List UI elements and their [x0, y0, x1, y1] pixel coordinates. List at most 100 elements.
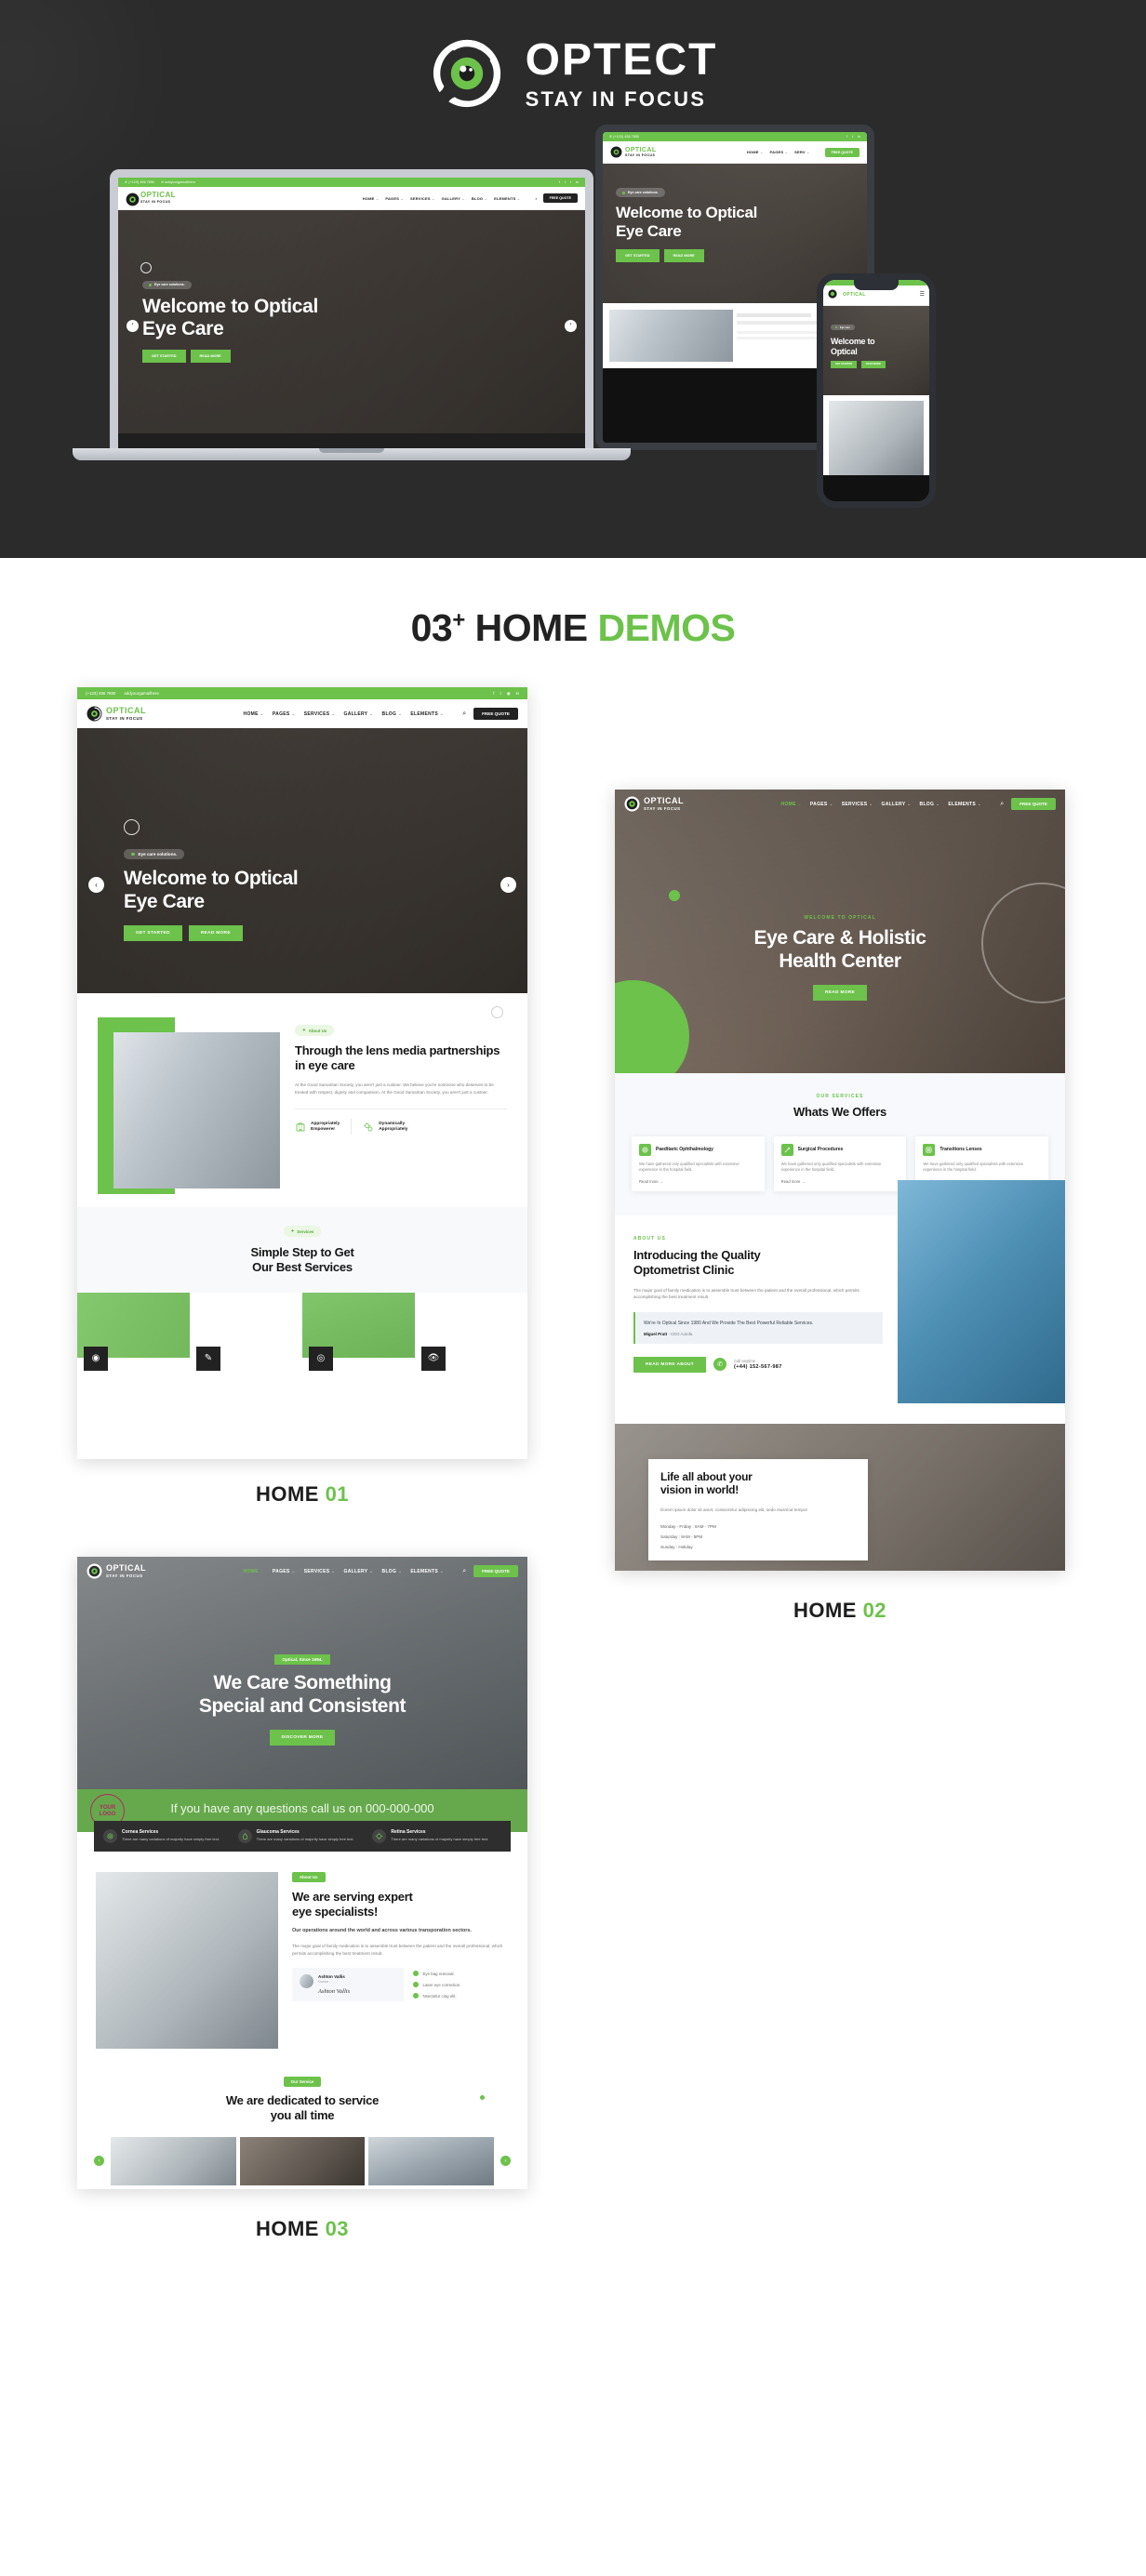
doctor-card: Ashton Vallis Doctor Ashton Vallis — [292, 1968, 404, 2002]
gallery-item[interactable] — [368, 2136, 495, 2185]
search-icon[interactable]: ⌕ — [462, 710, 466, 718]
call-number[interactable]: (+44) 152-567-987 — [734, 1364, 782, 1370]
service-card[interactable]: Surgical Procedures We have gathered onl… — [773, 1135, 907, 1192]
menu-item-blog[interactable]: BLOG — [382, 1569, 403, 1574]
demo-card-home-01[interactable]: (+123) 456 7890 addyourgamailhere f t ◉ … — [77, 687, 527, 1459]
demo-showcase: (+123) 456 7890 addyourgamailhere f t ◉ … — [0, 687, 1146, 2417]
service-strip-item[interactable]: Retina Services There are many variation… — [372, 1829, 501, 1843]
paediatric-icon — [639, 1143, 651, 1156]
menu-item-services[interactable]: SERVICES — [842, 802, 873, 807]
retina-icon — [372, 1829, 387, 1843]
service-tile[interactable]: ◎ — [302, 1292, 415, 1371]
menu-item-gallery[interactable]: GALLERY — [344, 1569, 374, 1574]
service-tile[interactable]: ◉ — [77, 1292, 190, 1371]
menu-item-elements[interactable]: ELEMENTS — [948, 802, 981, 807]
about-feature-2: Dynamically Appropriately — [363, 1122, 407, 1133]
site-logo[interactable]: OPTICAL STAY IN FOCUS — [87, 1563, 146, 1579]
free-quote-button[interactable]: FREE QUOTE — [473, 708, 518, 720]
social-instagram-icon[interactable]: ◉ — [507, 691, 511, 697]
check-item: Nsectetur cing elit. — [412, 1993, 510, 1999]
service-card-body: We have gathered only qualified speciali… — [923, 1161, 1024, 1173]
hamburger-icon[interactable]: ☰ — [920, 292, 925, 299]
laptop-hero: ‹ › Eye care solutions. Welcome to Optic… — [118, 209, 585, 433]
menu-item-home[interactable]: HOME — [781, 802, 802, 807]
site-logo-primary: OPTICAL — [106, 706, 146, 716]
hero-read-more-button[interactable]: READ MORE — [812, 985, 867, 1002]
hours-line-2: Saturday : 8AM - 5PM — [660, 1534, 703, 1540]
menu-item-home[interactable]: HOME — [244, 711, 264, 717]
gallery-prev-button[interactable]: ‹ — [94, 2156, 104, 2166]
demos-plus: + — [452, 607, 465, 633]
gallery-item[interactable] — [111, 2136, 236, 2185]
social-linkedin-icon[interactable]: in — [516, 691, 519, 697]
demo-card-home-03[interactable]: OPTICAL STAY IN FOCUS HOME PAGES SERVICE… — [77, 1557, 527, 2189]
home01-navbar: OPTICAL STAY IN FOCUS HOME PAGES SERVICE… — [77, 699, 527, 728]
hero-title-line2: Special and Consistent — [198, 1694, 406, 1717]
lens-icon — [923, 1143, 936, 1156]
home03-gallery: Our Service We are dedicated to service … — [77, 2064, 527, 2189]
about-title-line2: Optometrist Clinic — [633, 1262, 735, 1277]
service-card-link[interactable]: Read more → — [781, 1179, 899, 1184]
menu-item-services[interactable]: SERVICES — [304, 711, 336, 717]
about-badge: About Us — [292, 1872, 326, 1882]
check-item: Eye bag removal. — [412, 1971, 510, 1977]
service-tile[interactable]: 👁 — [415, 1292, 527, 1371]
site-logo[interactable]: OPTICAL STAY IN FOCUS — [624, 796, 684, 812]
social-twitter-icon[interactable]: t — [500, 691, 501, 697]
eye-swirl-icon — [126, 193, 140, 206]
topbar-email[interactable]: addyourgamailhere — [124, 691, 159, 696]
demo-label-home-02: HOME 02 — [793, 1599, 887, 1622]
search-icon[interactable]: ⌕ — [1000, 801, 1004, 808]
tablet-topbar: ✆ (+123) 456 7890 f t in — [603, 132, 867, 142]
menu-item-gallery[interactable]: GALLERY — [882, 802, 912, 807]
home01-menu: HOME PAGES SERVICES GALLERY BLOG ELEMENT… — [244, 711, 445, 717]
about-title-line1: Introducing the Quality — [633, 1248, 761, 1263]
service-strip-item[interactable]: Cornea Services There are many variation… — [103, 1829, 233, 1843]
device-mockups: ✆ (+123) 456 7890 f t in OPTICAL STAY IN… — [0, 125, 1146, 515]
menu-item-blog[interactable]: BLOG — [920, 802, 940, 807]
doctor-name: Ashton Vallis — [318, 1974, 345, 1980]
menu-item-pages[interactable]: PAGES — [273, 1569, 296, 1574]
search-icon[interactable]: ⌕ — [462, 1568, 466, 1575]
menu-item-home[interactable]: HOME — [244, 1569, 264, 1574]
service-card-link[interactable]: Read more → — [639, 1179, 757, 1184]
hero-discover-button[interactable]: DISCOVER MORE — [269, 1730, 336, 1746]
menu-item-elements[interactable]: ELEMENTS — [410, 1569, 444, 1574]
menu-item-blog[interactable]: BLOG — [382, 711, 403, 717]
site-logo-secondary: STAY IN FOCUS — [106, 715, 143, 721]
demo-card-home-02[interactable]: OPTICAL STAY IN FOCUS HOME PAGES SERVICE… — [615, 790, 1065, 1571]
hero-read-more-button[interactable]: READ MORE — [188, 925, 243, 942]
site-logo-secondary: STAY IN FOCUS — [644, 805, 681, 811]
service-tile[interactable]: ✎ — [190, 1292, 302, 1371]
about-read-more-button[interactable]: READ MORE ABOUT — [633, 1356, 707, 1373]
free-quote-button[interactable]: FREE QUOTE — [1011, 798, 1056, 810]
gallery-item[interactable] — [239, 2136, 366, 2185]
quote-author: Miguel Pratt — [644, 1331, 668, 1336]
gallery-next-button[interactable]: › — [500, 2156, 512, 2166]
about-photo — [96, 1872, 278, 2049]
menu-item-pages[interactable]: PAGES — [273, 711, 296, 717]
menu-item-pages[interactable]: PAGES — [810, 802, 833, 807]
about-lead: Our operations around the world and acro… — [292, 1928, 472, 1934]
social-facebook-icon[interactable]: f — [493, 691, 494, 697]
home02-menu: HOME PAGES SERVICES GALLERY BLOG ELEMENT… — [781, 802, 982, 807]
site-logo[interactable]: OPTICAL STAY IN FOCUS — [87, 706, 146, 722]
service-card[interactable]: Paeditaric Ophthalmology We have gathere… — [632, 1135, 765, 1192]
menu-item-services[interactable]: SERVICES — [304, 1569, 336, 1574]
laptop-nav: OPTICAL STAY IN FOCUS HOMEPAGESSERVICES … — [118, 187, 585, 210]
glaucoma-icon — [237, 1829, 252, 1843]
brand-tagline: STAY IN FOCUS — [525, 86, 707, 111]
home02-hours: Life all about your vision in world! Dor… — [615, 1424, 1065, 1571]
menu-item-gallery[interactable]: GALLERY — [344, 711, 374, 717]
search-icon[interactable]: ⌕ — [535, 196, 537, 201]
surgery-icon — [780, 1143, 793, 1156]
hero-pill: Optical, Since 1984. — [274, 1654, 330, 1665]
service-strip-item[interactable]: Glaucoma Services There are many variati… — [237, 1829, 367, 1843]
free-quote-button[interactable]: FREE QUOTE — [473, 1565, 518, 1577]
menu-item-elements[interactable]: ELEMENTS — [410, 711, 444, 717]
hero-title-line1: Eye Care & Holistic — [753, 927, 926, 949]
site-logo-primary: OPTICAL — [106, 1563, 146, 1573]
topbar-phone[interactable]: (+123) 456 7890 — [86, 691, 115, 696]
home01-topbar: (+123) 456 7890 addyourgamailhere f t ◉ … — [77, 687, 527, 699]
hero-get-started-button[interactable]: GET STARTED — [124, 925, 182, 942]
